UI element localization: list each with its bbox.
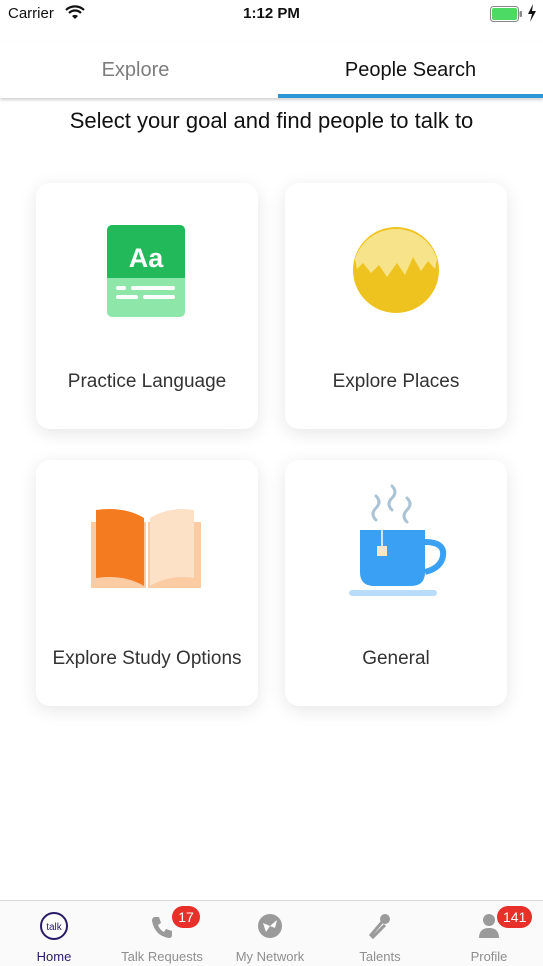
nav-my-network[interactable]: My Network: [216, 901, 324, 966]
globe-icon: [353, 227, 439, 313]
nav-talents[interactable]: Talents: [326, 901, 434, 966]
nav-label-home: Home: [36, 949, 72, 964]
language-icon-text: Aa: [129, 243, 164, 273]
goal-card-general[interactable]: General: [285, 460, 507, 706]
goal-card-practice-language[interactable]: Aa Practice Language: [36, 183, 258, 429]
nav-label-my-network: My Network: [235, 949, 305, 964]
network-icon: [258, 914, 282, 938]
nav-profile[interactable]: 141 Profile: [435, 901, 543, 966]
profile-badge: 141: [497, 906, 533, 928]
nav-talk-requests[interactable]: 17 Talk Requests: [108, 901, 216, 966]
talk-requests-badge: 17: [172, 906, 200, 928]
nav-home[interactable]: talk Home: [0, 901, 108, 966]
nav-label-talk-requests: Talk Requests: [121, 949, 203, 964]
active-tab-indicator: [278, 94, 543, 98]
language-book-icon: Aa: [107, 225, 185, 317]
goal-label: Explore Study Options: [52, 648, 242, 669]
svg-text:talk: talk: [46, 922, 63, 933]
open-book-icon: [91, 509, 201, 588]
tab-explore[interactable]: Explore: [0, 42, 271, 98]
tab-people-search[interactable]: People Search: [278, 42, 543, 98]
bottom-tab-bar: talk Home 17 Talk Requests My Network Ta…: [0, 900, 543, 966]
page-heading: Select your goal and find people to talk…: [69, 108, 474, 133]
microphone-icon: [368, 914, 390, 940]
goal-label: General: [362, 648, 430, 669]
goal-label: Practice Language: [67, 371, 227, 392]
tea-cup-icon: [349, 484, 447, 596]
top-tabs: Explore People Search: [0, 42, 543, 98]
nav-label-talents: Talents: [359, 949, 401, 964]
charging-bolt-icon: [528, 4, 536, 22]
status-time: 1:12 PM: [243, 5, 300, 22]
goal-label: Explore Places: [332, 371, 460, 392]
goal-card-explore-study-options[interactable]: Explore Study Options: [36, 460, 258, 706]
battery-icon: [490, 6, 522, 22]
goal-card-explore-places[interactable]: Explore Places: [285, 183, 507, 429]
nav-label-profile: Profile: [470, 949, 508, 964]
status-bar: Carrier 1:12 PM: [0, 0, 543, 30]
talk-icon: talk: [40, 912, 68, 940]
